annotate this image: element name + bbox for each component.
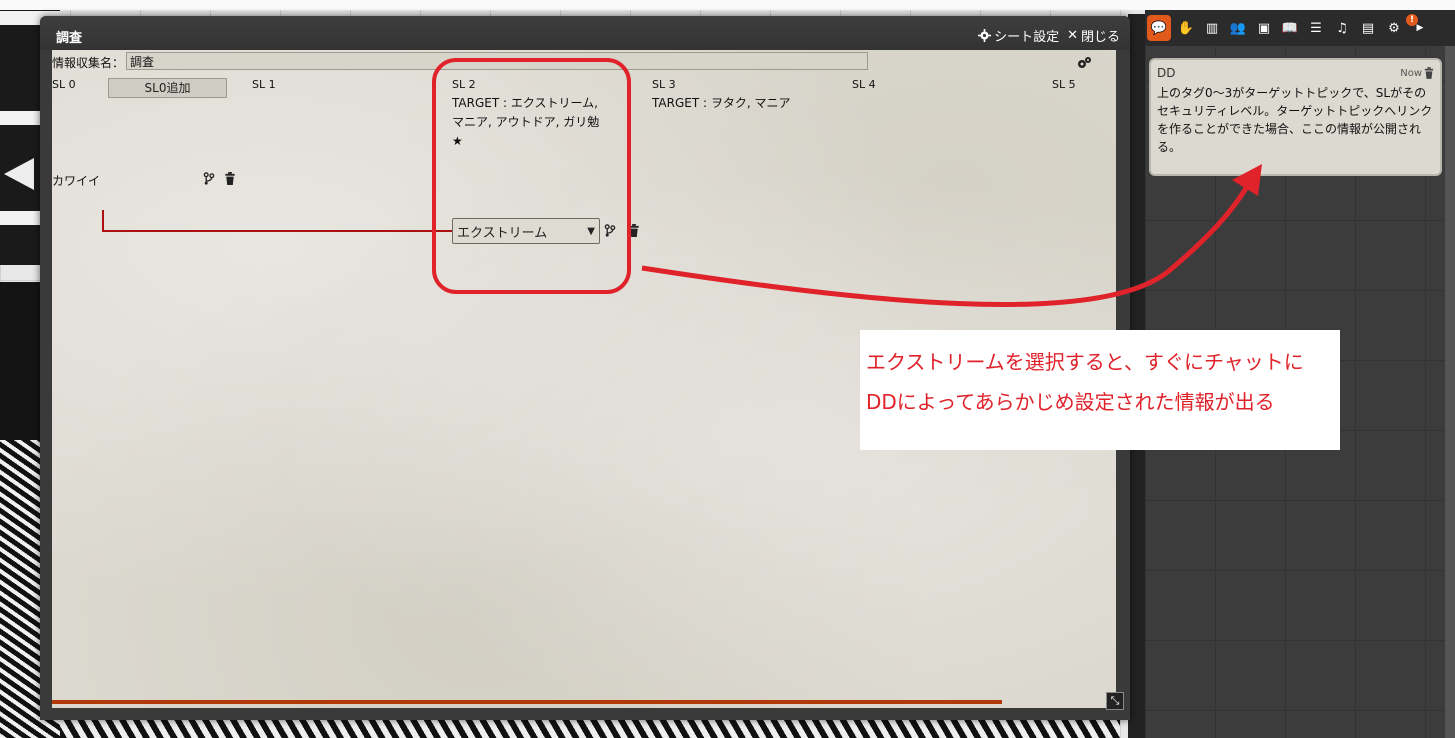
- close-button[interactable]: ✕ 閉じる: [1067, 26, 1120, 45]
- sheet-gears-icon[interactable]: [1076, 56, 1092, 70]
- chevron-right-icon: ▶: [1416, 23, 1424, 33]
- chat-icon: 💬: [1150, 20, 1168, 36]
- link-select-value: エクストリーム: [457, 225, 548, 241]
- sl-header: SL 5: [1052, 78, 1076, 91]
- link-connector: [102, 210, 104, 232]
- close-label: 閉じる: [1080, 30, 1120, 45]
- tab-chat[interactable]: 💬: [1147, 15, 1171, 41]
- dialog-title: 調査: [56, 31, 83, 46]
- chevron-down-icon: ▼: [587, 225, 595, 237]
- sl-column-2: SL 2 TARGET : エクストリーム, マニア, アウトドア, ガリ勉 ★: [452, 76, 612, 151]
- book-icon: 📖: [1281, 20, 1299, 36]
- link-actions: [604, 224, 640, 237]
- top-bar: [0, 0, 1455, 10]
- info-name-label: 情報収集名：: [52, 56, 125, 70]
- link-target-select[interactable]: エクストリーム ▼: [452, 218, 600, 244]
- annotation-line: エクストリームを選択すると、すぐにチャットに: [866, 350, 1304, 374]
- gear-icon: [978, 29, 992, 42]
- sl-column-1: SL 1: [252, 76, 276, 94]
- sl-column-0: SL 0: [52, 76, 76, 94]
- branch-icon[interactable]: [203, 172, 215, 185]
- hand-icon: ✋: [1177, 20, 1195, 36]
- annotation-text: エクストリームを選択すると、すぐにチャットに DDによってあらかじめ設定された情…: [866, 342, 1336, 422]
- sl-header: SL 0: [52, 78, 76, 91]
- dialog-actions: シート設定 ✕ 閉じる: [978, 26, 1120, 45]
- tab-list[interactable]: ☰: [1305, 15, 1327, 41]
- music-icon: ♫: [1336, 20, 1348, 36]
- add-sl0-button[interactable]: SL0追加: [108, 78, 227, 98]
- tab-settings[interactable]: ⚙: [1383, 15, 1405, 41]
- tab-bag[interactable]: ▣: [1253, 15, 1275, 41]
- branch-icon[interactable]: [604, 224, 616, 237]
- resize-handle-icon[interactable]: ⤡: [1106, 692, 1124, 710]
- message-time: Now: [1400, 68, 1422, 79]
- info-name-input[interactable]: 調査: [126, 52, 868, 70]
- trash-icon[interactable]: [224, 172, 236, 185]
- topic-actions: [203, 172, 236, 185]
- bag-icon: ▣: [1257, 20, 1271, 36]
- link-connector: [102, 230, 452, 232]
- annotation-callout: エクストリームを選択すると、すぐにチャットに DDによってあらかじめ設定された情…: [860, 330, 1340, 450]
- map-icon: ▥: [1205, 20, 1219, 36]
- sl-target: TARGET : エクストリーム, マニア, アウトドア, ガリ勉 ★: [452, 96, 600, 148]
- sl-header: SL 2: [452, 78, 476, 91]
- sl-header: SL 3: [652, 78, 676, 91]
- tab-hand[interactable]: ✋: [1175, 15, 1197, 41]
- alert-badge-icon: !: [1406, 14, 1418, 26]
- dialog-title-bar[interactable]: 調査 シート設定 ✕ 閉じる: [40, 16, 1130, 50]
- sl-target: TARGET : ヲタク, マニア: [652, 96, 791, 110]
- annotation-line: DDによってあらかじめ設定された情報が出る: [866, 390, 1275, 414]
- journal-icon: ▤: [1361, 20, 1375, 36]
- tab-journal[interactable]: ▤: [1357, 15, 1379, 41]
- tab-music[interactable]: ♫: [1331, 15, 1353, 41]
- trash-icon[interactable]: [628, 224, 640, 237]
- sheet-scroll-indicator: [52, 700, 1002, 704]
- tab-book[interactable]: 📖: [1279, 15, 1301, 41]
- sl-header: SL 4: [852, 78, 876, 91]
- sl-header: SL 1: [252, 78, 276, 91]
- sheet-settings-button[interactable]: シート設定: [978, 26, 1059, 45]
- sl-column-3: SL 3 TARGET : ヲタク, マニア: [652, 76, 872, 113]
- topic-name: カワイイ: [52, 174, 101, 188]
- list-icon: ☰: [1310, 20, 1322, 36]
- background-art-triangle: [4, 158, 34, 190]
- tab-map[interactable]: ▥: [1201, 15, 1223, 41]
- sidebar-tabs: 💬 ✋ ▥ 👥 ▣ 📖 ☰ ♫ ▤ ⚙ ▶ !: [1145, 10, 1455, 46]
- gears-icon: ⚙: [1388, 20, 1400, 36]
- sheet-settings-label: シート設定: [994, 30, 1060, 45]
- message-author: DD: [1157, 66, 1176, 80]
- trash-icon[interactable]: [1424, 67, 1434, 79]
- chat-message: DD Now 上のタグ0～3がターゲットトピックで、SLがそのセキュリティレベル…: [1151, 60, 1440, 174]
- sl-column-4: SL 4: [852, 76, 876, 94]
- tab-people[interactable]: 👥: [1227, 15, 1249, 41]
- chat-scrollbar[interactable]: [1445, 46, 1455, 738]
- people-icon: 👥: [1229, 20, 1247, 36]
- sl-column-5: SL 5: [1052, 76, 1076, 94]
- message-body: 上のタグ0～3がターゲットトピックで、SLがそのセキュリティレベル。ターゲットト…: [1157, 86, 1433, 154]
- close-icon: ✕: [1067, 28, 1078, 43]
